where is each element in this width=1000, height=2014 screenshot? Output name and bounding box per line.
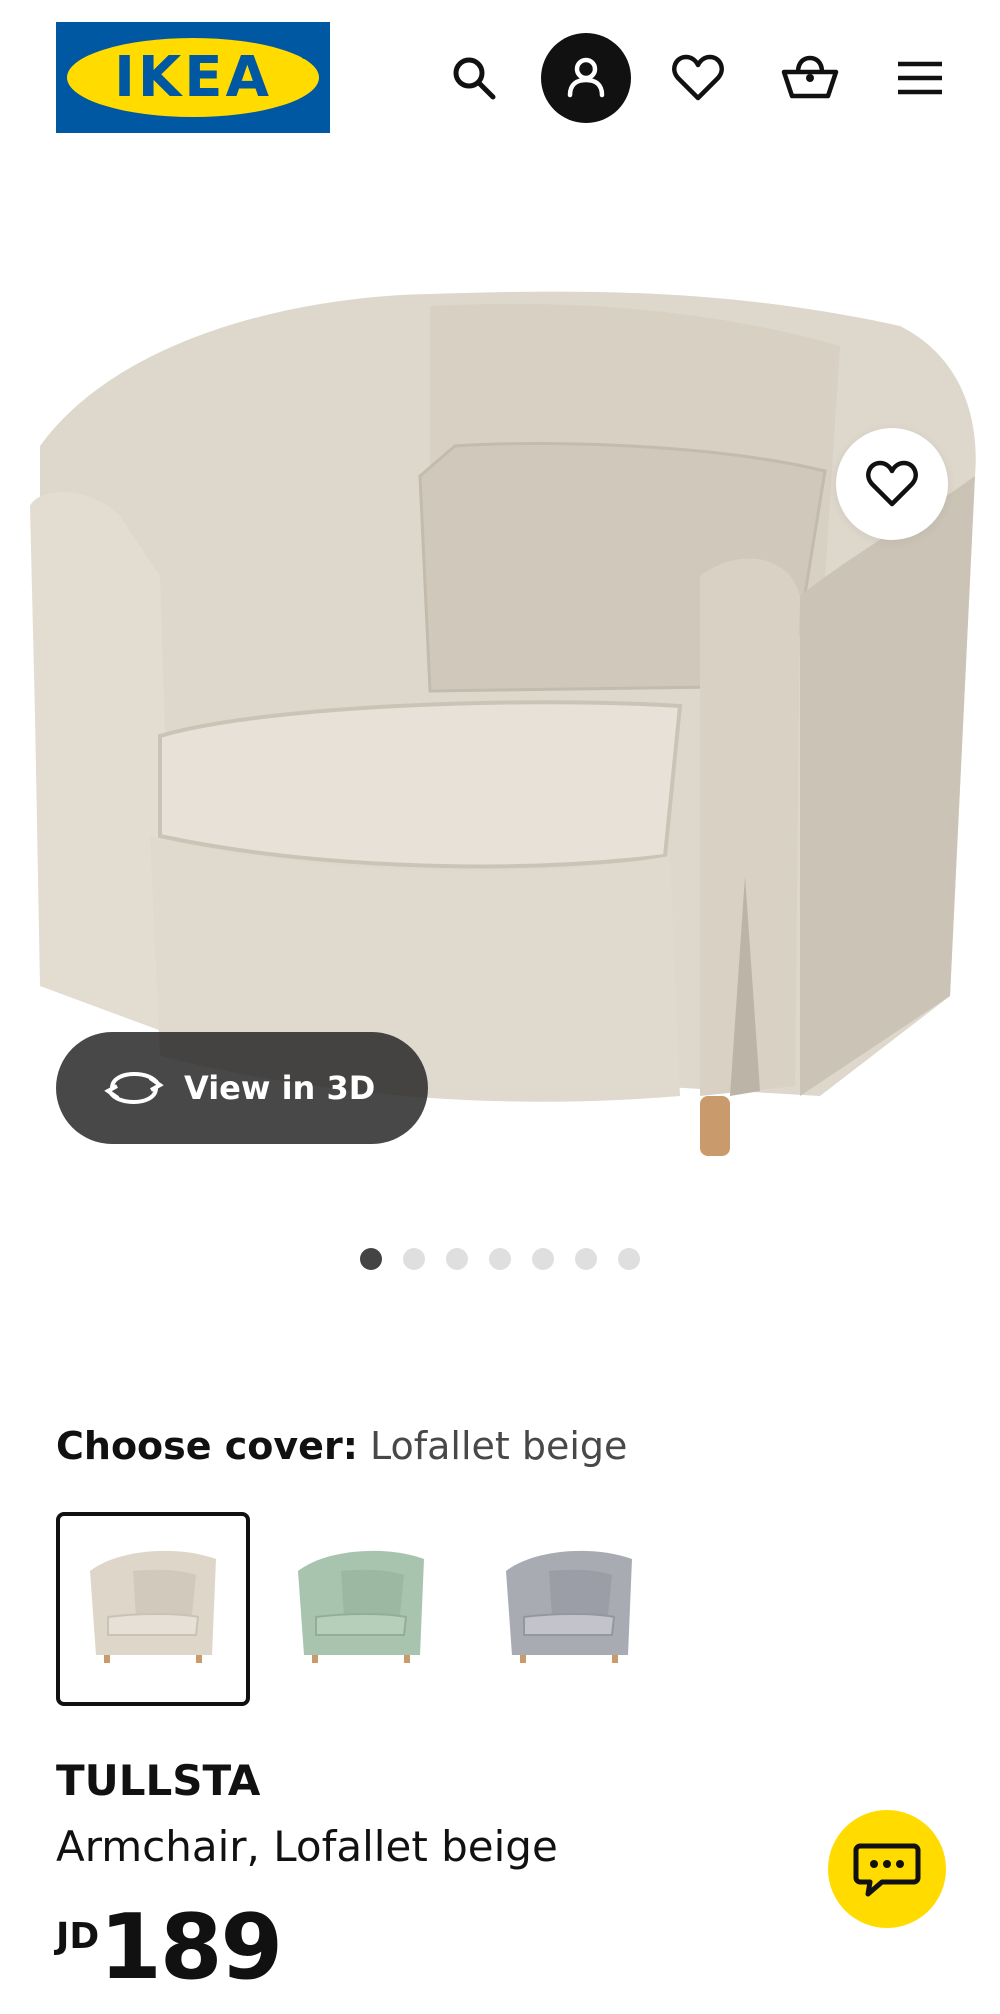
carousel-dot[interactable] <box>575 1248 597 1270</box>
heart-outline-icon <box>866 460 918 507</box>
price-currency: JD <box>56 1916 100 1957</box>
carousel-dot[interactable] <box>403 1248 425 1270</box>
choose-cover-label: Choose cover: Lofallet beige <box>56 1424 627 1468</box>
basket-icon[interactable] <box>770 38 850 118</box>
choose-cover-key: Choose cover: <box>56 1424 358 1468</box>
swatch-chair-image <box>506 1550 632 1663</box>
view-in-3d-label: View in 3D <box>184 1069 376 1107</box>
logo-registered-mark: ® <box>299 48 311 62</box>
rotate-3d-icon <box>104 1068 164 1108</box>
carousel-dot[interactable] <box>532 1248 554 1270</box>
chat-button[interactable] <box>828 1810 946 1928</box>
carousel-dots <box>0 1248 1000 1274</box>
carousel-dot[interactable] <box>489 1248 511 1270</box>
carousel-dot[interactable] <box>360 1248 382 1270</box>
add-to-favourites-button[interactable] <box>836 428 948 540</box>
carousel-dot[interactable] <box>618 1248 640 1270</box>
carousel-dot[interactable] <box>446 1248 468 1270</box>
account-icon[interactable] <box>541 33 631 123</box>
price-amount: 189 <box>99 1895 283 2000</box>
choose-cover-value: Lofallet beige <box>369 1424 628 1468</box>
swatch-chair-image <box>90 1550 216 1663</box>
logo-text: IKEA <box>114 45 272 110</box>
swatch-chair-image <box>298 1550 424 1663</box>
search-icon[interactable] <box>434 38 514 118</box>
ikea-logo[interactable]: IKEA ® <box>56 22 330 133</box>
product-price: JD 189 <box>56 1895 283 2008</box>
heart-icon[interactable] <box>658 38 738 118</box>
product-description: Armchair, Lofallet beige <box>56 1822 558 1871</box>
chat-icon <box>853 1843 921 1897</box>
product-name: TULLSTA <box>56 1756 261 1805</box>
cover-swatches <box>56 1512 666 1706</box>
menu-icon[interactable] <box>880 38 960 118</box>
swatch-green[interactable] <box>264 1512 458 1706</box>
view-in-3d-button[interactable]: View in 3D <box>56 1032 428 1144</box>
swatch-grey[interactable] <box>472 1512 666 1706</box>
swatch-lofallet-beige[interactable] <box>56 1512 250 1706</box>
header: IKEA ® <box>0 0 1000 156</box>
